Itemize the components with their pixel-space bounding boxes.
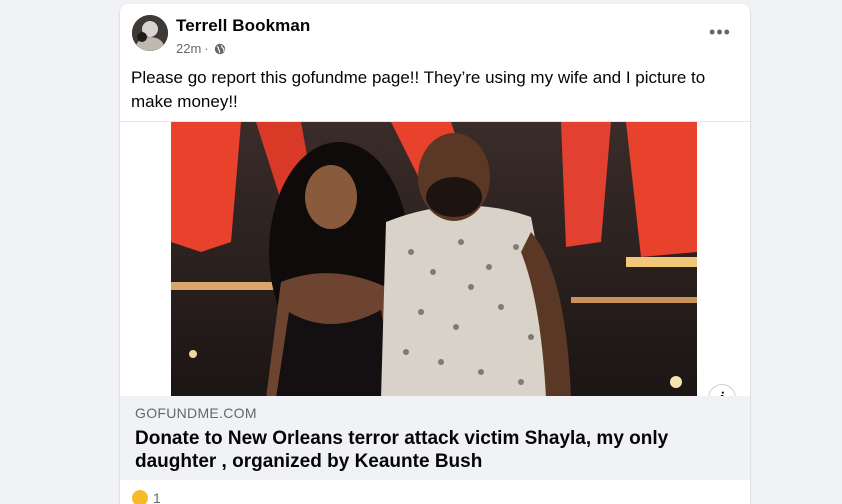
author-avatar[interactable]	[132, 15, 168, 51]
globe-icon	[214, 43, 226, 55]
author-name[interactable]: Terrell Bookman	[176, 16, 310, 36]
meta-separator: ·	[204, 41, 209, 56]
post-text: Please go report this gofundme page!! Th…	[131, 68, 706, 111]
emoji-reaction-icon	[132, 490, 148, 504]
reactions-summary[interactable]: 1	[132, 490, 161, 504]
reaction-count: 1	[153, 490, 161, 504]
post-timestamp[interactable]: 22m	[176, 41, 201, 56]
post-meta: 22m ·	[176, 41, 226, 56]
more-options-icon[interactable]: •••	[702, 18, 738, 46]
link-preview[interactable]: GOFUNDME.COM Donate to New Orleans terro…	[120, 396, 750, 480]
post-photo[interactable]	[171, 122, 697, 398]
link-preview-media[interactable]: i	[120, 121, 750, 412]
link-title[interactable]: Donate to New Orleans terror attack vict…	[135, 427, 715, 473]
post-card: Terrell Bookman 22m · ••• Please go repo…	[120, 4, 750, 504]
link-domain: GOFUNDME.COM	[135, 405, 257, 421]
post-header: Terrell Bookman 22m · •••	[120, 4, 750, 64]
